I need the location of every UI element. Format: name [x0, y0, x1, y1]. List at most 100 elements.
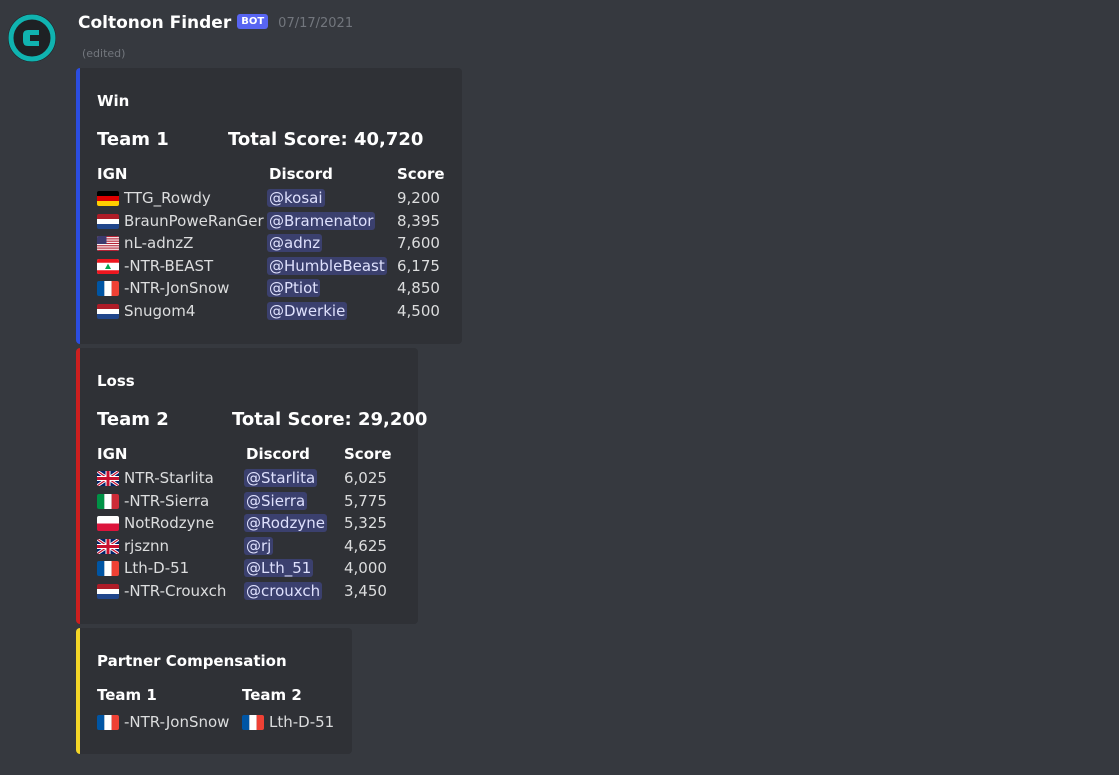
- player-ign-cell: TTG_Rowdy: [97, 188, 211, 209]
- coltonon-logo-icon: [8, 14, 56, 62]
- bot-avatar[interactable]: [8, 14, 56, 62]
- player-ign: -NTR-Sierra: [124, 491, 210, 510]
- flag-pl-icon: [97, 516, 119, 532]
- partner-team1-player: -NTR-JonSnow: [97, 712, 229, 733]
- team-name: Team 2: [97, 409, 169, 430]
- player-ign: -NTR-JonSnow: [124, 279, 230, 298]
- player-ign: Lth-D-51: [124, 559, 190, 578]
- bot-message: Coltonon Finder BOT 07/17/2021 (edited) …: [0, 0, 1119, 775]
- discord-cell: @HumbleBeast: [267, 256, 387, 277]
- bot-username[interactable]: Coltonon Finder: [78, 13, 231, 33]
- score-cell: 4,500: [397, 301, 440, 320]
- flag-us-icon: [97, 236, 119, 252]
- score-cell: 4,850: [397, 279, 440, 298]
- edited-label: (edited): [82, 47, 126, 60]
- user-mention[interactable]: @rj: [244, 536, 274, 555]
- user-mention[interactable]: @Bramenator: [267, 211, 376, 230]
- player-ign-cell: -NTR-Sierra: [97, 491, 209, 512]
- user-mention[interactable]: @kosai: [267, 189, 325, 207]
- player-ign: BraunPoweRanGer: [124, 211, 264, 230]
- flag-it-icon: [97, 493, 119, 509]
- partner-team2-player: Lth-D-51: [242, 712, 334, 733]
- column-header-discord: Discord: [246, 445, 310, 463]
- partner-team1-header: Team 1: [97, 686, 157, 704]
- total-score: Total Score: 40,720: [228, 129, 424, 150]
- discord-cell: @Sierra: [244, 491, 308, 512]
- player-ign-cell: rjsznn: [97, 536, 169, 557]
- flag-gb-icon: [97, 538, 119, 554]
- player-ign-cell: NotRodzyne: [97, 513, 214, 534]
- discord-cell: @kosai: [267, 188, 325, 209]
- team-name: Team 1: [97, 129, 169, 150]
- player-ign: TTG_Rowdy: [124, 189, 211, 207]
- discord-cell: @Starlita: [244, 468, 318, 489]
- flag-fr-icon: [97, 281, 119, 297]
- partner-team2-header: Team 2: [242, 686, 302, 704]
- score-cell: 6,175: [397, 256, 440, 275]
- player-ign: Snugom4: [124, 301, 196, 320]
- user-mention[interactable]: @Rodzyne: [244, 514, 327, 533]
- column-header-discord: Discord: [269, 165, 333, 183]
- score-cell: 5,325: [344, 514, 387, 533]
- player-ign: nL-adnzZ: [124, 234, 194, 253]
- flag-lb-icon: [97, 258, 119, 274]
- player-ign-cell: -NTR-Crouxch: [97, 581, 226, 602]
- flag-fr-icon: [97, 715, 119, 730]
- bot-tag: BOT: [237, 13, 269, 29]
- user-mention[interactable]: @crouxch: [244, 581, 323, 600]
- player-ign: Lth-D-51: [269, 713, 335, 731]
- score-cell: 6,025: [344, 469, 387, 487]
- column-header-score: Score: [397, 165, 445, 183]
- flag-fr-icon: [97, 561, 119, 577]
- flag-fr-icon: [242, 715, 264, 730]
- partner-embed: Partner Compensation Team 1 Team 2 -NTR-…: [76, 628, 352, 754]
- score-cell: 4,000: [344, 559, 387, 578]
- discord-cell: @Bramenator: [267, 211, 376, 232]
- flag-nl-icon: [97, 303, 119, 319]
- discord-cell: @adnz: [267, 233, 323, 254]
- message-header: Coltonon Finder BOT 07/17/2021: [78, 13, 353, 33]
- player-ign-cell: BraunPoweRanGer: [97, 211, 264, 232]
- player-ign: -NTR-BEAST: [124, 256, 214, 275]
- column-header-ign: IGN: [97, 445, 128, 463]
- player-ign-cell: NTR-Starlita: [97, 468, 214, 489]
- discord-cell: @crouxch: [244, 581, 323, 602]
- flag-de-icon: [97, 191, 119, 206]
- discord-cell: @Ptiot: [267, 278, 321, 299]
- user-mention[interactable]: @Dwerkie: [267, 301, 348, 320]
- embed-title: Loss: [97, 372, 135, 390]
- win-embed: Win Team 1 Total Score: 40,720 IGN Disco…: [76, 68, 462, 344]
- discord-cell: @Lth_51: [244, 558, 314, 579]
- score-cell: 3,450: [344, 581, 387, 600]
- flag-gb-icon: [97, 471, 119, 486]
- player-ign-cell: -NTR-JonSnow: [97, 278, 229, 299]
- message-timestamp[interactable]: 07/17/2021: [278, 16, 353, 31]
- total-score: Total Score: 29,200: [232, 409, 428, 430]
- embed-title: Partner Compensation: [97, 652, 287, 670]
- player-ign: rjsznn: [124, 536, 170, 555]
- score-cell: 9,200: [397, 189, 440, 207]
- user-mention[interactable]: @Sierra: [244, 491, 308, 510]
- player-ign: NotRodzyne: [124, 514, 215, 533]
- player-ign: NTR-Starlita: [124, 469, 214, 487]
- user-mention[interactable]: @adnz: [267, 234, 323, 253]
- user-mention[interactable]: @Starlita: [244, 469, 318, 487]
- user-mention[interactable]: @HumbleBeast: [267, 256, 387, 275]
- user-mention[interactable]: @Ptiot: [267, 279, 321, 298]
- score-cell: 7,600: [397, 234, 440, 253]
- flag-nl-icon: [97, 213, 119, 229]
- loss-embed: Loss Team 2 Total Score: 29,200 IGN Disc…: [76, 348, 427, 624]
- user-mention[interactable]: @Lth_51: [244, 559, 314, 578]
- column-header-ign: IGN: [97, 165, 128, 183]
- score-cell: 4,625: [344, 536, 387, 555]
- flag-nl-icon: [97, 583, 119, 599]
- player-ign-cell: Lth-D-51: [97, 558, 189, 579]
- score-cell: 8,395: [397, 211, 440, 230]
- player-ign-cell: -NTR-BEAST: [97, 256, 213, 277]
- player-ign: -NTR-JonSnow: [124, 713, 230, 731]
- score-cell: 5,775: [344, 491, 387, 510]
- player-ign: -NTR-Crouxch: [124, 581, 227, 600]
- player-ign-cell: Snugom4: [97, 301, 195, 322]
- player-ign-cell: nL-adnzZ: [97, 233, 193, 254]
- column-header-score: Score: [344, 445, 392, 463]
